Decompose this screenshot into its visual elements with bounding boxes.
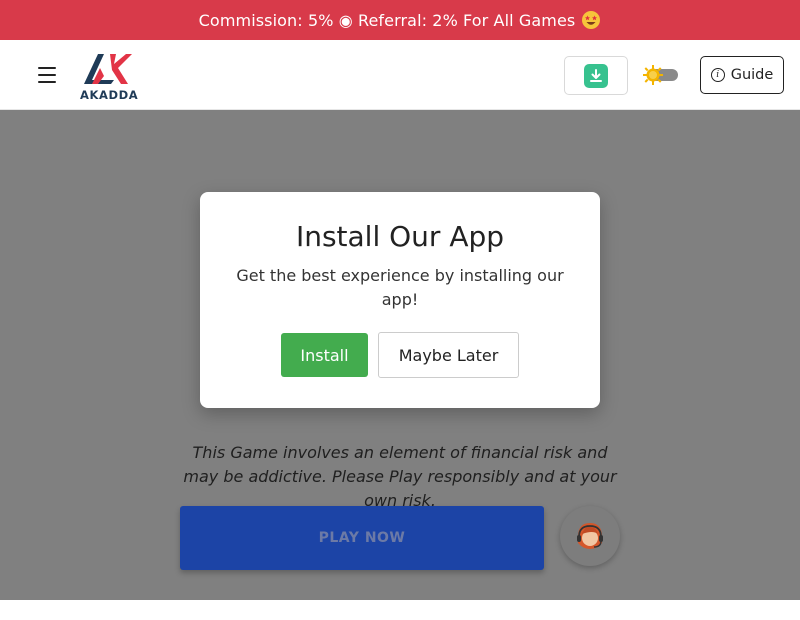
risk-disclaimer: This Game involves an element of financi… (183, 443, 617, 510)
theme-toggle[interactable] (642, 63, 682, 87)
support-chat-button[interactable] (560, 506, 620, 566)
site-logo[interactable]: AKADDA (78, 50, 138, 102)
install-button[interactable]: Install (281, 333, 368, 377)
logo-mark-icon (84, 54, 132, 84)
download-app-button[interactable] (564, 56, 628, 95)
info-icon: i (710, 68, 725, 82)
maybe-later-label: Maybe Later (398, 345, 499, 365)
guide-label: Guide (730, 67, 774, 83)
star-struck-emoji-icon (581, 10, 601, 30)
support-agent-avatar-icon (577, 523, 603, 549)
promo-text: Commission: 5% ◉ Referral: 2% For All Ga… (198, 10, 576, 30)
sun-icon (642, 64, 664, 86)
logo-text: AKADDA (80, 88, 139, 102)
play-now-button[interactable]: PLAY NOW (180, 506, 544, 570)
hamburger-menu-icon[interactable] (36, 67, 60, 85)
footer-strip (0, 600, 800, 620)
maybe-later-button[interactable]: Maybe Later (378, 332, 519, 378)
download-icon (584, 63, 608, 88)
guide-button[interactable]: i Guide (700, 56, 784, 94)
promo-banner: Commission: 5% ◉ Referral: 2% For All Ga… (0, 0, 800, 40)
site-header: AKADDA i Guide (0, 40, 800, 110)
play-now-label: PLAY NOW (318, 530, 406, 546)
modal-title: Install Our App (295, 220, 505, 253)
install-app-modal: Install Our App Get the best experience … (200, 192, 600, 408)
modal-subtitle: Get the best experience by installing ou… (236, 266, 564, 309)
install-label: Install (300, 345, 349, 365)
